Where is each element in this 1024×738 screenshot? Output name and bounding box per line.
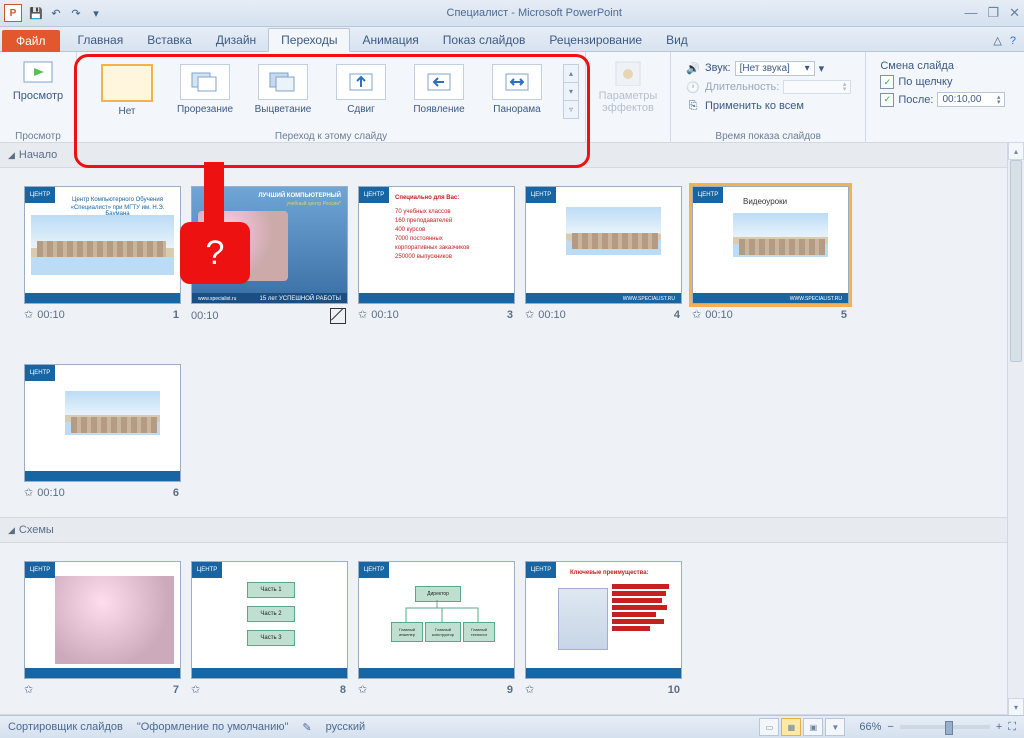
quick-access-toolbar: 💾 ↶ ↷ ▾ <box>28 5 104 21</box>
slide-thumb[interactable]: ЦЕНТР Видеоуроки WWW.SPECIALIST.RU ✩00:1… <box>692 186 847 324</box>
transition-reveal[interactable]: Появление <box>405 64 473 117</box>
vertical-scrollbar[interactable]: ▴▾ <box>1007 142 1024 716</box>
slide-thumb[interactable]: ЦЕНТР WWW.SPECIALIST.RU ✩00:104 <box>525 186 680 324</box>
tab-review[interactable]: Рецензирование <box>537 29 654 51</box>
close-button[interactable]: ✕ <box>1009 5 1020 21</box>
group-preview-label: Просмотр <box>15 129 61 142</box>
zoom-fit-button[interactable]: ⛶ <box>1008 721 1016 734</box>
section-header-schemes[interactable]: ◢Схемы <box>0 517 1024 543</box>
transition-pan[interactable]: Панорама <box>483 64 551 117</box>
preview-button[interactable]: Просмотр <box>9 56 67 104</box>
hidden-slide-icon <box>330 308 346 324</box>
slide-thumb[interactable]: ЦЕНТР Директор Главный инженер Главный к… <box>358 561 513 696</box>
after-label: После: <box>898 94 933 106</box>
help-icon[interactable]: ? <box>1010 35 1016 47</box>
star-icon: ✩ <box>525 308 534 321</box>
duration-label: Длительность: <box>705 81 779 93</box>
effect-options-button: Параметры эффектов <box>595 56 662 116</box>
slide-thumb[interactable]: ЦЕНТР Специально для Вас: 70 учебных кла… <box>358 186 513 324</box>
sound-icon: 🔊 <box>685 60 701 76</box>
star-icon: ✩ <box>24 308 33 321</box>
spellcheck-icon[interactable]: ✎ <box>302 721 311 734</box>
ribbon-tabs: Файл Главная Вставка Дизайн Переходы Ани… <box>0 27 1024 52</box>
zoom-in-button[interactable]: + <box>996 721 1002 733</box>
undo-icon[interactable]: ↶ <box>48 5 64 21</box>
status-bar: Сортировщик слайдов "Оформление по умолч… <box>0 715 1024 738</box>
slide-thumb[interactable]: ЦЕНТР Ключевые преимущества: ✩10 <box>525 561 680 696</box>
restore-button[interactable]: ❐ <box>987 5 999 21</box>
view-sorter-button[interactable]: ▦ <box>781 718 801 736</box>
status-language[interactable]: русский <box>326 721 365 733</box>
view-slideshow-button[interactable]: ▼ <box>825 718 845 736</box>
duration-icon: 🕐 <box>685 79 701 95</box>
zoom-level[interactable]: 66% <box>859 721 881 733</box>
apply-to-all-button[interactable]: Применить ко всем <box>705 100 804 112</box>
app-icon: P <box>4 4 22 22</box>
view-normal-button[interactable]: ▭ <box>759 718 779 736</box>
on-click-label: По щелчку <box>898 76 952 88</box>
duration-input: ▴▾ <box>783 80 851 94</box>
star-icon: ✩ <box>191 683 200 696</box>
sound-dropdown[interactable]: [Нет звука]▾ <box>735 61 815 76</box>
window-title: Специалист - Microsoft PowerPoint <box>104 7 964 19</box>
apply-all-icon: ⎘ <box>685 98 701 114</box>
star-icon: ✩ <box>24 486 33 499</box>
zoom-slider[interactable] <box>900 725 990 729</box>
title-bar: P 💾 ↶ ↷ ▾ Специалист - Microsoft PowerPo… <box>0 0 1024 27</box>
callout-question: ? <box>180 222 250 284</box>
ribbon: ? Просмотр Просмотр Нет Прорезание Выцве… <box>0 52 1024 145</box>
view-reading-button[interactable]: ▣ <box>803 718 823 736</box>
group-timing-label: Время показа слайдов <box>715 129 821 142</box>
gallery-scroll[interactable]: ▴▾▿ <box>563 64 579 119</box>
tab-insert[interactable]: Вставка <box>135 29 204 51</box>
file-tab[interactable]: Файл <box>2 30 60 52</box>
star-icon: ✩ <box>358 308 367 321</box>
tab-transitions[interactable]: Переходы <box>268 28 350 52</box>
advance-title: Смена слайда <box>880 60 1005 72</box>
group-transition-label: Переход к этому слайду <box>275 129 387 142</box>
tab-view[interactable]: Вид <box>654 29 700 51</box>
tab-design[interactable]: Дизайн <box>204 29 268 51</box>
redo-icon[interactable]: ↷ <box>68 5 84 21</box>
slide-thumb[interactable]: ЦЕНТР Часть 1 Часть 2 Часть 3 ✩8 <box>191 561 346 696</box>
tab-slideshow[interactable]: Показ слайдов <box>431 29 538 51</box>
section-header-start[interactable]: ◢Начало <box>0 142 1024 168</box>
slide-thumb[interactable]: ЦЕНТР Центр Компьютерного Обучения «Спец… <box>24 186 179 324</box>
zoom-out-button[interactable]: − <box>887 721 893 733</box>
status-theme: "Оформление по умолчанию" <box>137 721 289 733</box>
star-icon: ✩ <box>692 308 701 321</box>
ribbon-collapse-icon[interactable]: △ <box>993 34 1001 47</box>
minimize-button[interactable]: — <box>964 5 977 21</box>
star-icon: ✩ <box>24 683 33 696</box>
transition-none[interactable]: Нет <box>93 64 161 117</box>
sound-label: Звук: <box>705 62 731 74</box>
tab-home[interactable]: Главная <box>66 29 136 51</box>
transition-cut[interactable]: Прорезание <box>171 64 239 117</box>
transition-push[interactable]: Сдвиг <box>327 64 395 117</box>
star-icon: ✩ <box>525 683 534 696</box>
star-icon: ✩ <box>358 683 367 696</box>
on-click-checkbox[interactable]: ✓ <box>880 75 894 89</box>
slide-thumb[interactable]: ЦЕНТР ✩7 <box>24 561 179 696</box>
slide-thumb[interactable]: ЦЕНТР ✩00:106 <box>24 364 179 499</box>
qat-more-icon[interactable]: ▾ <box>88 5 104 21</box>
sound-more-icon[interactable]: ▾ <box>819 62 825 75</box>
transition-fade[interactable]: Выцветание <box>249 64 317 117</box>
tab-animation[interactable]: Анимация <box>350 29 430 51</box>
slide-sorter[interactable]: ◢Начало ЦЕНТР Центр Компьютерного Обучен… <box>0 142 1024 716</box>
after-time-input[interactable]: 00:10,00▴▾ <box>937 92 1005 107</box>
after-checkbox[interactable]: ✓ <box>880 93 894 107</box>
save-icon[interactable]: 💾 <box>28 5 44 21</box>
status-view-mode: Сортировщик слайдов <box>8 721 123 733</box>
